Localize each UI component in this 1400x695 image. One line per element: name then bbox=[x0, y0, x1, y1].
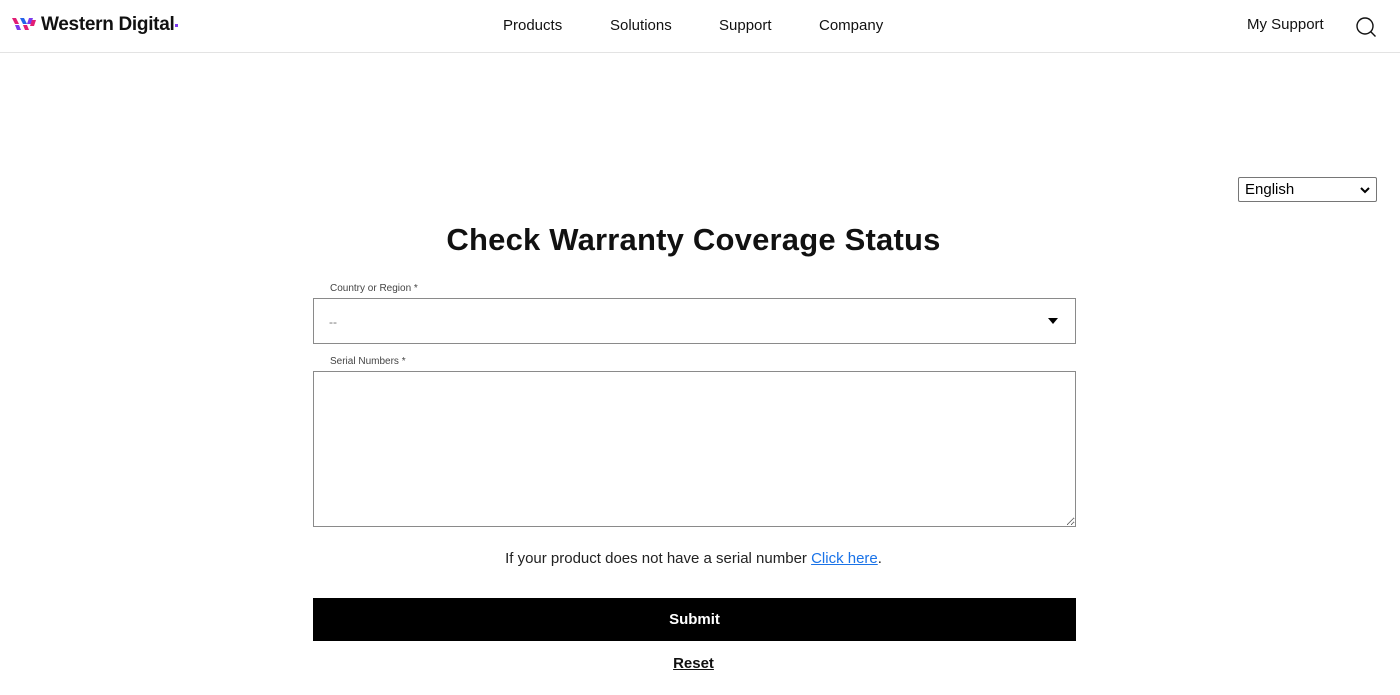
wd-logo-mark-icon bbox=[12, 18, 36, 30]
nav-solutions[interactable]: Solutions bbox=[610, 17, 672, 34]
language-selected: English bbox=[1245, 181, 1295, 198]
brand-name: Western Digital bbox=[41, 14, 175, 35]
my-support-link[interactable]: My Support bbox=[1247, 16, 1324, 33]
hint-suffix: . bbox=[877, 550, 882, 567]
country-selected-value: -- bbox=[329, 315, 337, 329]
brand-logo[interactable]: Western Digital bbox=[12, 14, 179, 36]
nav-company[interactable]: Company bbox=[819, 17, 883, 34]
brand-dot bbox=[175, 23, 179, 27]
search-icon[interactable] bbox=[1355, 16, 1377, 38]
country-label: Country or Region * bbox=[330, 283, 418, 294]
caret-down-icon bbox=[1048, 318, 1058, 324]
language-select[interactable]: English bbox=[1238, 177, 1377, 202]
nav-products[interactable]: Products bbox=[503, 17, 562, 34]
country-region-select[interactable]: -- bbox=[313, 298, 1076, 344]
chevron-down-icon bbox=[1360, 186, 1370, 193]
page-title: Check Warranty Coverage Status bbox=[446, 222, 941, 257]
click-here-link[interactable]: Click here bbox=[811, 550, 878, 567]
serial-label: Serial Numbers * bbox=[330, 356, 406, 367]
submit-button[interactable]: Submit bbox=[313, 598, 1076, 641]
nav-support[interactable]: Support bbox=[719, 17, 772, 34]
site-header: Western Digital Products Solutions Suppo… bbox=[0, 0, 1400, 53]
no-serial-hint: If your product does not have a serial n… bbox=[0, 550, 1387, 567]
hint-text: If your product does not have a serial n… bbox=[505, 550, 812, 567]
serial-numbers-textarea[interactable] bbox=[313, 371, 1076, 527]
reset-link[interactable]: Reset bbox=[0, 655, 1387, 672]
